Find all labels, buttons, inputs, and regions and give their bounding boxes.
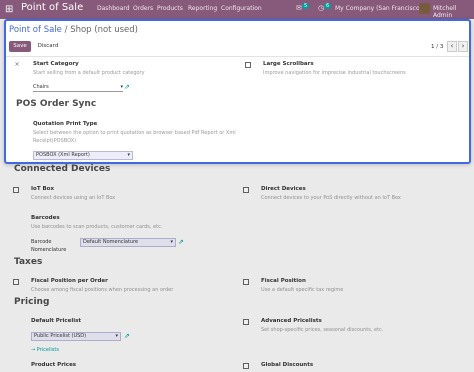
user-menu[interactable]: Mitchell Admin (433, 5, 474, 19)
app-brand[interactable]: Point of Sale (21, 2, 83, 13)
menu-dashboard[interactable]: Dashboard (97, 5, 130, 12)
chevron-down-icon: ▾ (127, 152, 130, 158)
breadcrumb-separator: / (64, 25, 68, 35)
pos-config-form-panel: Point of Sale / Shop (not used) Save Dis… (4, 19, 471, 164)
breadcrumb-current: Shop (not used) (70, 25, 138, 35)
breadcrumb: Point of Sale / Shop (not used) (9, 25, 138, 35)
breadcrumb-root[interactable]: Point of Sale (9, 25, 62, 35)
large-scrollbars-help: Improve navigation for imprecise industr… (263, 70, 406, 76)
large-scrollbars-title: Large Scrollbars (263, 61, 314, 67)
quotation-print-type-title: Quotation Print Type (33, 121, 98, 127)
user-avatar[interactable] (419, 3, 430, 14)
menu-reporting[interactable]: Reporting (188, 5, 217, 12)
menu-orders[interactable]: Orders (133, 5, 153, 12)
external-link-icon[interactable]: ⇗ (124, 83, 130, 91)
activity-count-badge: 6 (324, 3, 332, 9)
save-button[interactable]: Save (9, 41, 31, 52)
top-navbar: ⊞ Point of Sale Dashboard Orders Product… (0, 0, 474, 19)
setting-marker-icon: × (14, 61, 20, 68)
menu-configuration[interactable]: Configuration (221, 5, 262, 12)
pager-value: 1 / 3 (431, 44, 444, 50)
company-switcher[interactable]: My Company (San Francisco) (335, 5, 422, 12)
start-category-title: Start Category (33, 61, 79, 67)
pager-next-button[interactable]: › (458, 41, 468, 52)
section-title-pos-order-sync: POS Order Sync (16, 99, 97, 109)
chat-count-badge: 5 (302, 3, 310, 9)
start-category-help: Start selling from a default product cat… (33, 70, 145, 76)
pager-prev-button[interactable]: ‹ (447, 41, 457, 52)
apps-grid-icon[interactable]: ⊞ (5, 4, 13, 15)
start-category-select[interactable]: Chairs ▾ (33, 84, 123, 92)
menu-products[interactable]: Products (157, 5, 183, 12)
chevron-down-icon: ▾ (120, 84, 123, 90)
quotation-print-type-help-1: Select between the option to print quota… (33, 130, 236, 136)
chat-icon[interactable]: ✉ (296, 4, 302, 12)
quotation-print-type-select[interactable]: POSBOX (Xml Report) ▾ (33, 151, 133, 160)
large-scrollbars-checkbox[interactable] (245, 62, 251, 68)
quotation-print-type-help-2: Receipt(POSBOX) (33, 138, 77, 144)
toolbar-divider (6, 56, 469, 57)
discard-button[interactable]: Discard (34, 41, 62, 52)
